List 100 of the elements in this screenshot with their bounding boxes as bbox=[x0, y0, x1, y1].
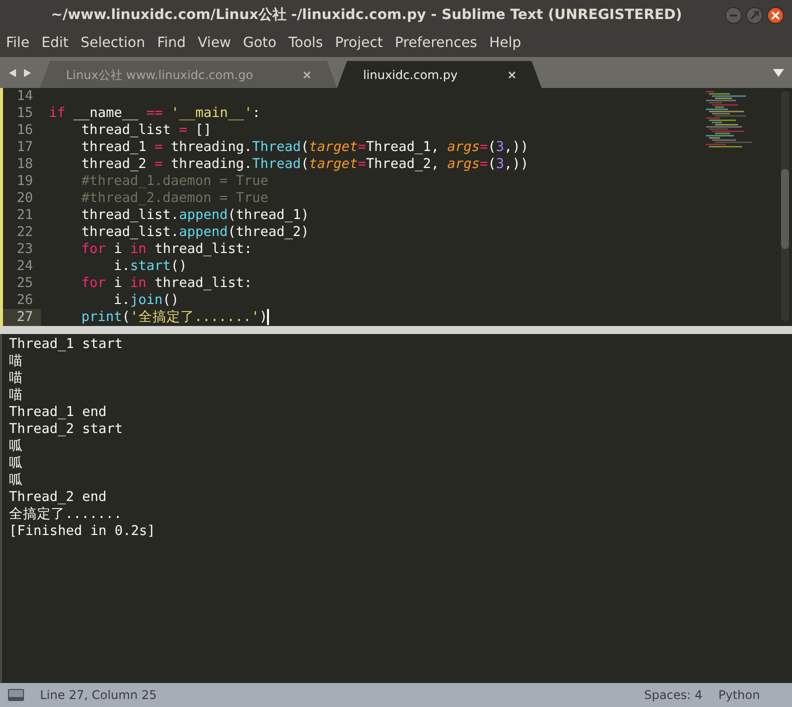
scrollbar-thumb[interactable] bbox=[781, 169, 789, 249]
code-token: thread_list: bbox=[154, 275, 252, 291]
minimize-button[interactable] bbox=[725, 6, 742, 24]
code-token: i bbox=[112, 241, 124, 257]
text-cursor bbox=[267, 309, 270, 326]
menu-item[interactable]: Tools bbox=[282, 30, 329, 57]
code-token: thread_list bbox=[81, 122, 172, 138]
menu-item[interactable]: File bbox=[0, 30, 36, 57]
code-token: start bbox=[130, 258, 171, 274]
code-token: thread_list. bbox=[81, 207, 179, 223]
output-line: 喵 bbox=[9, 353, 24, 370]
code-token: Thread_2, bbox=[366, 156, 440, 172]
code-token: = bbox=[154, 156, 163, 172]
syntax-setting[interactable]: Python bbox=[718, 686, 784, 704]
line-number: 19 bbox=[16, 173, 34, 190]
line-number: 25 bbox=[16, 275, 34, 292]
code-token: Thread_1, bbox=[366, 139, 440, 155]
line-number: 26 bbox=[16, 292, 34, 309]
code-token: thread_list. bbox=[81, 224, 179, 240]
line-number: 17 bbox=[16, 139, 34, 156]
code-token: ) bbox=[259, 309, 268, 325]
close-icon bbox=[771, 10, 780, 20]
code-token: ( bbox=[488, 139, 496, 155]
code-token: i. bbox=[114, 292, 130, 308]
line-number: 21 bbox=[16, 207, 34, 224]
code-token: __name__ bbox=[72, 105, 140, 121]
menu-item[interactable]: Project bbox=[328, 30, 389, 57]
menu-item[interactable]: Goto bbox=[237, 30, 282, 57]
tab-label: Linux公社 www.linuxidc.com.go bbox=[66, 66, 254, 84]
close-button[interactable] bbox=[767, 6, 784, 24]
output-line: 全搞定了....... bbox=[9, 506, 123, 523]
panel-toggle-icon[interactable] bbox=[8, 689, 24, 701]
output-line: Thread_1 start bbox=[9, 336, 124, 353]
line-number: 14 bbox=[16, 88, 34, 105]
menu-item[interactable]: Help bbox=[483, 30, 528, 57]
code-token: [] bbox=[194, 122, 212, 138]
menu-item[interactable]: Preferences bbox=[388, 30, 484, 57]
line-number: 23 bbox=[16, 241, 34, 258]
code-token: == bbox=[146, 105, 164, 121]
code-token: '__main__' bbox=[170, 105, 252, 121]
line-number: 18 bbox=[16, 156, 34, 173]
menu-item[interactable]: Selection bbox=[74, 30, 152, 57]
file-tab[interactable]: linuxidc.com.py bbox=[337, 61, 542, 88]
line-number: 15 bbox=[16, 105, 34, 122]
code-token: i. bbox=[114, 258, 130, 274]
menu-item[interactable]: Find bbox=[151, 30, 192, 57]
code-token: = bbox=[358, 139, 366, 155]
code-token: for bbox=[81, 241, 106, 257]
line-number: 20 bbox=[16, 190, 34, 207]
code-token: = bbox=[154, 139, 163, 155]
code-token: join bbox=[130, 292, 163, 308]
output-line: Thread_2 end bbox=[9, 489, 108, 506]
code-token: append bbox=[178, 207, 228, 223]
line-number: 22 bbox=[16, 224, 34, 241]
code-token: #thread_2.daemon = True bbox=[81, 190, 268, 206]
code-token: () bbox=[162, 292, 179, 308]
code-token: ,)) bbox=[504, 156, 529, 172]
code-token: target bbox=[309, 156, 358, 172]
code-token: = bbox=[480, 156, 488, 172]
code-token: if bbox=[49, 105, 66, 121]
code-token: Thread bbox=[252, 156, 301, 172]
line-number: 24 bbox=[16, 258, 34, 275]
code-token: #thread_1.daemon = True bbox=[81, 173, 268, 189]
code-token: thread_1 bbox=[81, 139, 148, 155]
code-token: = bbox=[480, 139, 488, 155]
code-token: ( bbox=[300, 156, 310, 172]
output-line: 喵 bbox=[9, 370, 24, 387]
code-token: in bbox=[130, 275, 146, 291]
code-token: thread_list: bbox=[154, 241, 252, 257]
code-token: = bbox=[178, 122, 188, 138]
output-line: [Finished in 0.2s] bbox=[9, 523, 156, 540]
code-token: ( bbox=[122, 309, 130, 325]
code-token: ( bbox=[488, 156, 496, 172]
code-token: threading. bbox=[170, 156, 252, 172]
maximize-icon bbox=[750, 10, 759, 20]
code-token: ( bbox=[300, 139, 310, 155]
code-token: (thread_1) bbox=[228, 207, 309, 223]
menu-item[interactable]: View bbox=[192, 30, 238, 57]
code-token: target bbox=[309, 139, 358, 155]
line-number: 16 bbox=[16, 122, 34, 139]
code-token: : bbox=[252, 105, 260, 121]
menu-item[interactable]: Edit bbox=[35, 30, 75, 57]
close-icon[interactable] bbox=[508, 70, 516, 78]
code-token: args bbox=[447, 139, 480, 155]
code-token: thread_2 bbox=[81, 156, 148, 172]
code-token: (thread_2) bbox=[228, 224, 309, 240]
output-line: Thread_2 start bbox=[9, 421, 124, 438]
scrollbar-track[interactable] bbox=[781, 91, 789, 321]
output-line: 呱 bbox=[9, 472, 24, 489]
output-line: Thread_1 end bbox=[9, 404, 108, 421]
tab-label: linuxidc.com.py bbox=[363, 66, 458, 84]
code-token: args bbox=[447, 156, 480, 172]
code-token: 3 bbox=[496, 156, 504, 172]
output-line: 喵 bbox=[9, 387, 24, 404]
indentation-setting[interactable]: Spaces: 4 bbox=[644, 686, 702, 704]
output-line: 呱 bbox=[9, 438, 24, 455]
code-token: print bbox=[81, 309, 122, 325]
line-number: 27 bbox=[3, 309, 41, 326]
code-token: Thread bbox=[252, 139, 301, 155]
code-token: i bbox=[112, 275, 124, 291]
